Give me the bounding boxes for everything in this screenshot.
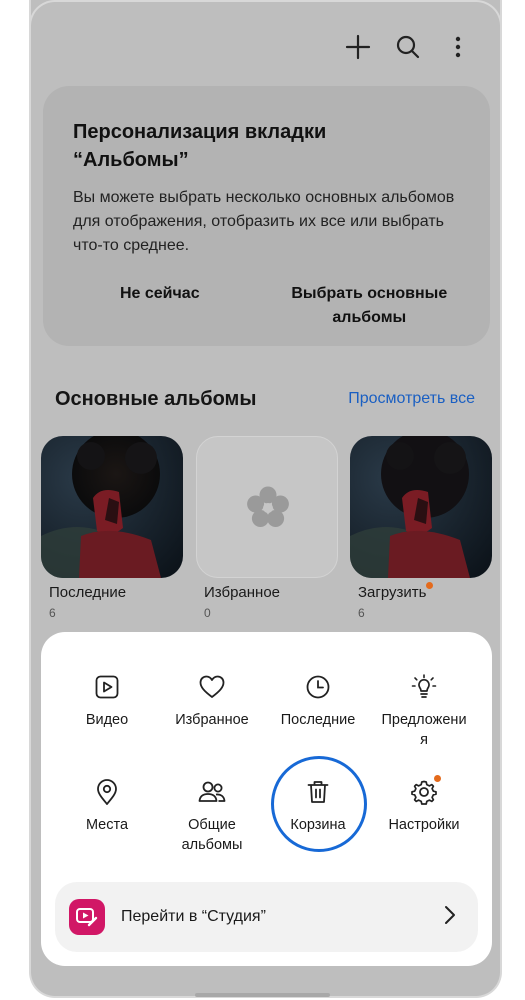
album-name-text: Загрузить bbox=[358, 584, 427, 601]
menu-item-label: Видео bbox=[85, 712, 129, 728]
plus-icon[interactable] bbox=[338, 30, 378, 64]
more-vertical-icon[interactable] bbox=[438, 30, 478, 64]
albums-row: Последние 6 Избранное 0 Загрузить 6 bbox=[41, 436, 500, 626]
lightbulb-icon bbox=[370, 672, 478, 702]
choose-label-line2: альбомы bbox=[332, 309, 407, 326]
view-all-link[interactable]: Просмотреть все bbox=[348, 390, 475, 408]
album-name: Избранное bbox=[204, 584, 281, 601]
clock-icon bbox=[264, 672, 372, 702]
promo-actions: Не сейчас Выбрать основные альбомы bbox=[43, 282, 490, 330]
menu-item-places[interactable]: Места bbox=[53, 777, 161, 835]
menu-item-favorites[interactable]: Избранное bbox=[158, 672, 266, 730]
menu-item-label: Настройки bbox=[388, 817, 460, 833]
not-now-button[interactable]: Не сейчас bbox=[43, 282, 249, 330]
promo-description: Вы можете выбрать несколько основных аль… bbox=[73, 189, 455, 254]
chevron-right-icon bbox=[444, 905, 456, 930]
promo-title: Персонализация вкладки “Альбомы” bbox=[73, 118, 460, 174]
new-badge-dot bbox=[425, 582, 433, 589]
trash-icon bbox=[264, 777, 372, 807]
menu-item-label: Последние bbox=[280, 712, 356, 728]
studio-app-icon bbox=[69, 899, 105, 935]
album-name: Загрузить bbox=[350, 582, 433, 601]
menu-item-suggestions[interactable]: Предложени я bbox=[370, 672, 478, 750]
menu-item-label: Предложени я bbox=[370, 710, 478, 750]
label-line2: альбомы bbox=[181, 837, 243, 853]
personalize-albums-card: Персонализация вкладки “Альбомы” Вы може… bbox=[43, 86, 490, 346]
search-icon[interactable] bbox=[388, 30, 428, 64]
album-count: 6 bbox=[49, 606, 56, 620]
flower-placeholder-icon bbox=[247, 486, 289, 527]
menu-item-trash[interactable]: Корзина bbox=[264, 777, 372, 835]
album-recent[interactable]: Последние 6 bbox=[41, 436, 183, 620]
label-line2: я bbox=[420, 732, 428, 748]
phone-screen: Персонализация вкладки “Альбомы” Вы може… bbox=[29, 0, 502, 998]
menu-item-label: Общие альбомы bbox=[158, 815, 266, 855]
home-indicator bbox=[195, 993, 330, 997]
section-title: Основные альбомы bbox=[55, 387, 257, 410]
album-name: Последние bbox=[49, 584, 127, 601]
album-thumbnail bbox=[41, 436, 183, 578]
album-favorites[interactable]: Избранное 0 bbox=[196, 436, 338, 620]
menu-item-label: Корзина bbox=[290, 817, 346, 833]
choose-main-albums-button[interactable]: Выбрать основные альбомы bbox=[249, 282, 490, 330]
choose-label-line1: Выбрать основные bbox=[291, 285, 448, 302]
top-app-bar bbox=[338, 30, 478, 64]
menu-item-recent[interactable]: Последние bbox=[264, 672, 372, 730]
menu-item-video[interactable]: Видео bbox=[53, 672, 161, 730]
albums-menu-sheet: Видео Избранное Последние Предложени я М… bbox=[41, 632, 492, 966]
album-downloads[interactable]: Загрузить 6 bbox=[350, 436, 492, 620]
promo-title-line1: Персонализация вкладки bbox=[73, 121, 327, 143]
album-count: 6 bbox=[358, 606, 365, 620]
label-line1: Предложени bbox=[381, 712, 467, 728]
studio-label: Перейти в “Студия” bbox=[121, 908, 266, 925]
promo-title-line2: “Альбомы” bbox=[73, 149, 189, 171]
label-line1: Общие bbox=[188, 817, 236, 833]
location-pin-icon bbox=[53, 777, 161, 807]
go-to-studio-button[interactable]: Перейти в “Студия” bbox=[55, 882, 478, 952]
main-albums-header: Основные альбомы Просмотреть все bbox=[55, 384, 475, 414]
menu-item-label: Места bbox=[85, 817, 129, 833]
video-icon bbox=[53, 672, 161, 702]
gear-icon bbox=[370, 775, 478, 807]
menu-item-label: Избранное bbox=[175, 712, 249, 728]
new-badge-dot bbox=[434, 775, 441, 782]
album-thumbnail bbox=[350, 436, 492, 578]
menu-item-settings[interactable]: Настройки bbox=[370, 775, 478, 835]
people-icon bbox=[158, 777, 266, 807]
menu-item-shared-albums[interactable]: Общие альбомы bbox=[158, 777, 266, 855]
album-thumbnail-empty bbox=[196, 436, 338, 578]
heart-icon bbox=[158, 672, 266, 702]
album-count: 0 bbox=[204, 606, 211, 620]
